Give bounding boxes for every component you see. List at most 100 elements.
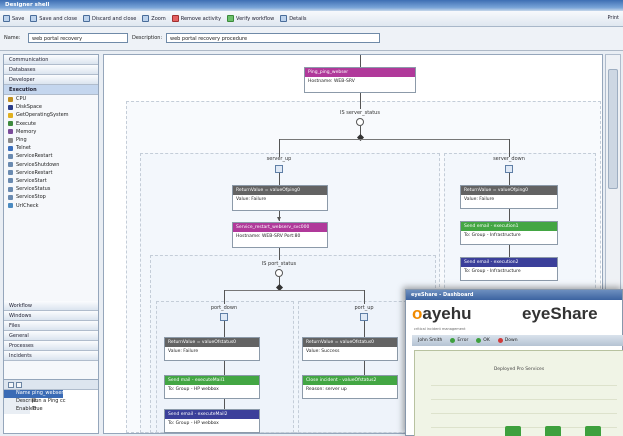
gridline bbox=[431, 385, 617, 386]
property-row[interactable]: Descript Run a Ping cc bbox=[4, 398, 98, 406]
zoom-icon bbox=[142, 15, 150, 22]
remove-activity-button[interactable]: Remove activity bbox=[171, 15, 221, 22]
section-processes[interactable]: Processes bbox=[4, 341, 98, 351]
activity-return-failure[interactable]: ReturnValue = valueOfping0 Value: Failur… bbox=[460, 185, 558, 209]
activity-body: Value: Failure bbox=[168, 349, 199, 354]
connector bbox=[224, 321, 225, 337]
toolbox-item[interactable]: DiskSpace bbox=[4, 103, 98, 111]
connector bbox=[360, 55, 361, 67]
bottom-sections: Workflow Windows Files General Processes… bbox=[4, 301, 98, 361]
connector bbox=[364, 290, 365, 304]
namebar: Name: web portal recovery Description: w… bbox=[0, 27, 623, 51]
connector bbox=[364, 321, 365, 337]
activity-send-email[interactable]: Send email - execution1 To: Group - Infr… bbox=[460, 221, 558, 245]
section-windows[interactable]: Windows bbox=[4, 311, 98, 321]
toolbox-item[interactable]: UrlCheck bbox=[4, 201, 98, 209]
section-execution[interactable]: Execution bbox=[4, 85, 98, 95]
section-incidents[interactable]: Incidents bbox=[4, 351, 98, 361]
window-titlebar: Designer shell bbox=[0, 0, 623, 11]
activity-return-failure[interactable]: ReturnValue = valueOfstatus0 Value: Fail… bbox=[164, 337, 260, 361]
activity-service-restart[interactable]: Service_restart_webserv_svc000 Hostname:… bbox=[232, 222, 328, 248]
activity-body: To: Group - Infrastructure bbox=[464, 233, 521, 238]
section-databases[interactable]: Databases bbox=[4, 65, 98, 75]
toolbox-item-label: Telnet bbox=[16, 145, 31, 152]
save-and-close-button[interactable]: Save and close bbox=[30, 15, 77, 22]
activity-send-mail[interactable]: Send mail - executeMail1 To: Group - HP … bbox=[164, 375, 260, 399]
toolbar: Save Save and close Discard and close Zo… bbox=[0, 11, 623, 27]
toolbox-item[interactable]: CPU bbox=[4, 95, 98, 103]
description-label: Description: bbox=[132, 35, 163, 41]
activity-icon bbox=[8, 96, 13, 102]
activity-icon bbox=[8, 153, 13, 159]
toolbox-item[interactable]: ServiceStart bbox=[4, 177, 98, 185]
property-row[interactable]: Name ping_webser bbox=[4, 390, 98, 398]
toolbox-item[interactable]: ServiceShutdown bbox=[4, 161, 98, 169]
toolbox-item[interactable]: Execute bbox=[4, 120, 98, 128]
section-developer[interactable]: Developer bbox=[4, 75, 98, 85]
activity-body: Value: Success bbox=[306, 349, 340, 354]
activity-body: Hostname: WEB-SRV bbox=[308, 79, 355, 84]
toolbox-item[interactable]: ServiceRestart bbox=[4, 152, 98, 160]
name-label: Name: bbox=[4, 35, 21, 41]
details-icon bbox=[280, 15, 288, 22]
legend-ok: OK bbox=[476, 338, 490, 343]
activity-title: ReturnValue = valueOfping0 bbox=[233, 186, 327, 195]
toolbox-item[interactable]: Memory bbox=[4, 128, 98, 136]
categorized-icon[interactable] bbox=[8, 382, 14, 388]
section-communication[interactable]: Communication bbox=[4, 55, 98, 65]
properties-panel: Name ping_webser Descript Run a Ping cc En… bbox=[4, 379, 98, 433]
activity-title: Ping_ping_webser bbox=[305, 68, 415, 77]
toolbox-item[interactable]: Ping bbox=[4, 136, 98, 144]
toolbox-item[interactable]: GetOperatingSystem bbox=[4, 111, 98, 119]
activity-close-incident[interactable]: Close incident - valueOfstatus2 Reason: … bbox=[302, 375, 398, 399]
zoom-button[interactable]: Zoom bbox=[142, 15, 166, 22]
activity-body: Value: Failure bbox=[464, 197, 495, 202]
activity-return-failure[interactable]: ReturnValue = valueOfping0 Value: Failur… bbox=[232, 185, 328, 211]
chart-bar bbox=[505, 426, 521, 436]
details-button[interactable]: Details bbox=[280, 15, 307, 22]
activity-body: Reason: server up bbox=[306, 387, 347, 392]
activity-icon bbox=[8, 170, 13, 176]
property-row[interactable]: Enabled True bbox=[4, 406, 98, 414]
condition-node[interactable] bbox=[356, 118, 364, 126]
toolbox-item-label: Ping bbox=[16, 137, 27, 144]
sequence-icon bbox=[275, 165, 283, 173]
activity-send-mail-2[interactable]: Send email - executeMail2 To: Group - HP… bbox=[164, 409, 260, 433]
alphabetical-icon[interactable] bbox=[16, 382, 22, 388]
toolbox-item-label: Execute bbox=[16, 120, 36, 127]
toolbox-item[interactable]: Telnet bbox=[4, 144, 98, 152]
sequence-icon bbox=[360, 313, 368, 321]
scroll-thumb[interactable] bbox=[608, 69, 618, 189]
section-general[interactable]: General bbox=[4, 331, 98, 341]
activity-return-success[interactable]: ReturnValue = valueOfstatus0 Value: Succ… bbox=[302, 337, 398, 361]
activity-icon bbox=[8, 121, 13, 127]
save-button[interactable]: Save bbox=[3, 15, 24, 22]
verify-workflow-button[interactable]: Verify workflow bbox=[227, 15, 274, 22]
print-button[interactable]: Print bbox=[607, 15, 619, 21]
activity-title: Send email - executeMail2 bbox=[165, 410, 259, 419]
name-input[interactable]: web portal recovery bbox=[28, 33, 128, 43]
connector bbox=[224, 290, 364, 291]
description-input[interactable]: web portal recovery procedure bbox=[166, 33, 380, 43]
condition-node[interactable] bbox=[275, 269, 283, 277]
connector bbox=[509, 173, 510, 185]
sequence-icon bbox=[505, 165, 513, 173]
lane-label: port_up bbox=[354, 305, 374, 311]
arrow bbox=[277, 217, 281, 221]
save-icon bbox=[3, 15, 10, 22]
gridline bbox=[431, 399, 617, 400]
activity-send-email-2[interactable]: Send email - execution2 To: Group - Infr… bbox=[460, 257, 558, 281]
connector bbox=[509, 139, 510, 157]
sequence-icon bbox=[220, 313, 228, 321]
activity-icon bbox=[8, 112, 13, 118]
section-workflow[interactable]: Workflow bbox=[4, 301, 98, 311]
discard-and-close-button[interactable]: Discard and close bbox=[83, 15, 136, 22]
toolbox-item[interactable]: ServiceStop bbox=[4, 193, 98, 201]
toolbox-item[interactable]: ServiceRestart bbox=[4, 169, 98, 177]
activity-title: ReturnValue = valueOfstatus0 bbox=[165, 338, 259, 347]
activity-icon bbox=[8, 186, 13, 192]
section-files[interactable]: Files bbox=[4, 321, 98, 331]
toolbox-item[interactable]: ServiceStatus bbox=[4, 185, 98, 193]
dashboard-window: eyeShare - Dashboard oayehu eyeShare crit… bbox=[405, 289, 623, 436]
activity-ping[interactable]: Ping_ping_webser Hostname: WEB-SRV bbox=[304, 67, 416, 93]
